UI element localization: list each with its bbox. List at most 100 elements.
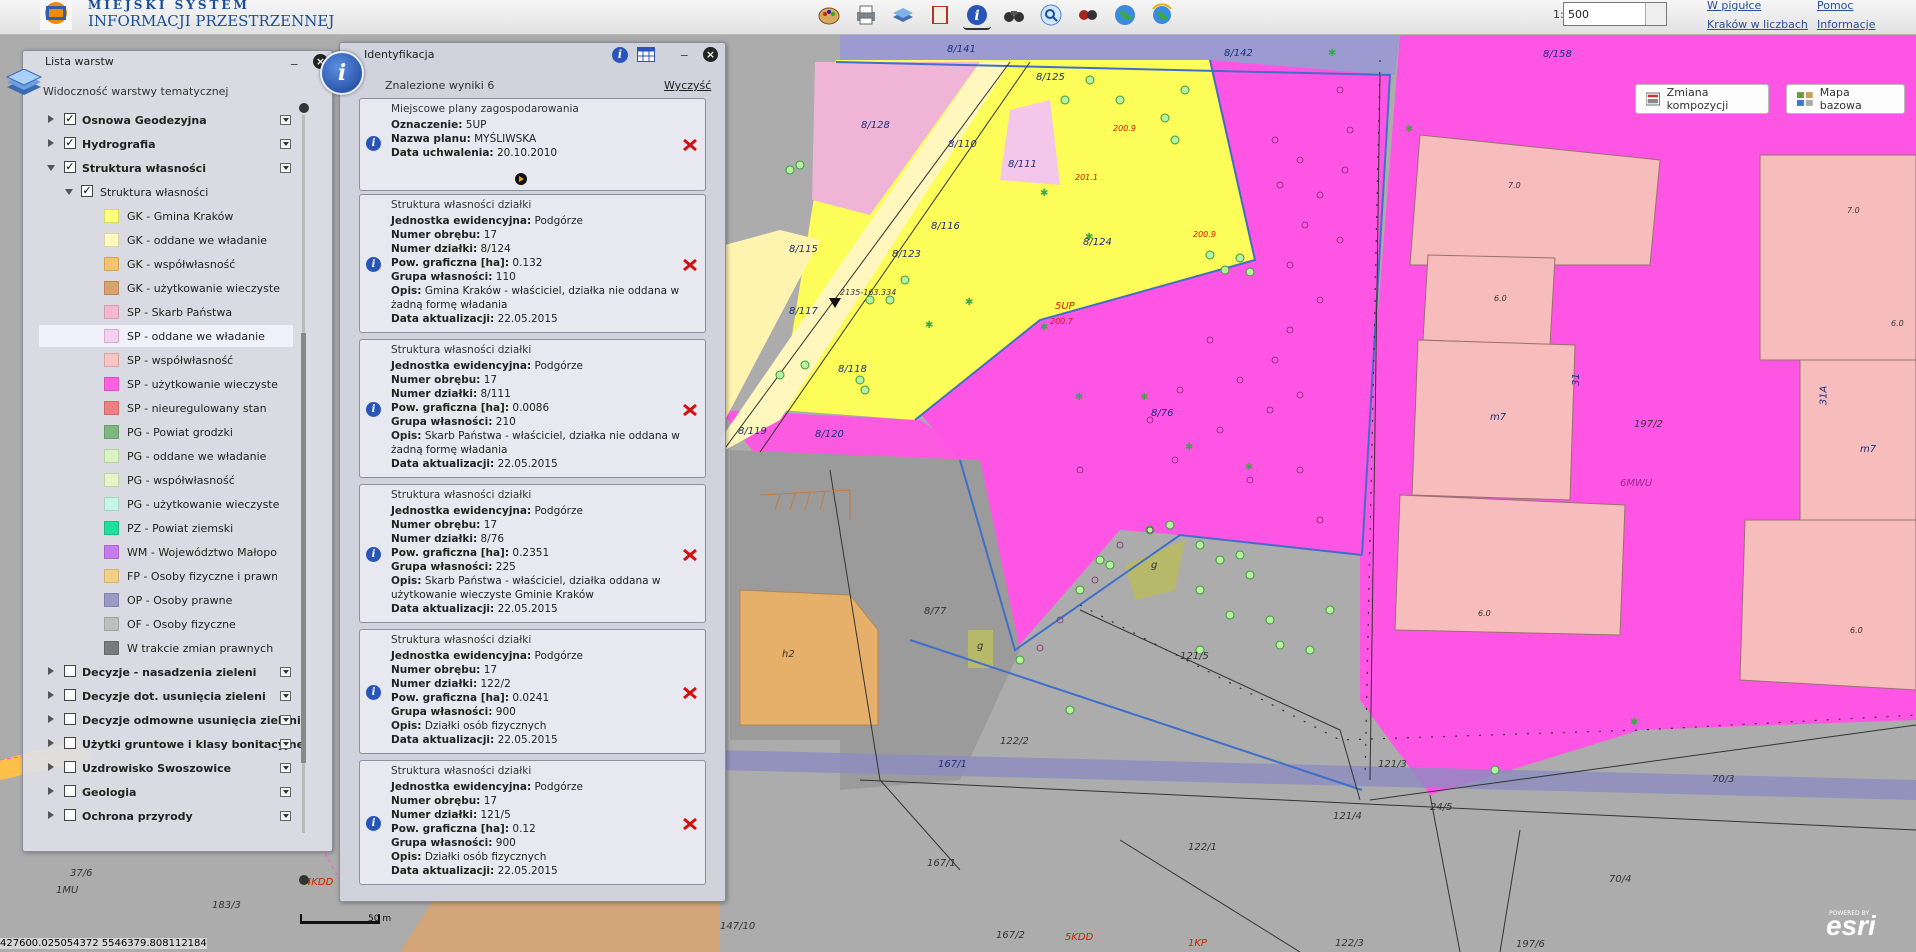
scrollbar-thumb[interactable] [301, 333, 306, 763]
legend-item: PG - użytkowanie wieczyste [23, 493, 293, 515]
expand-icon[interactable] [48, 139, 54, 147]
results-count: Znalezione wyniki 6 [385, 79, 495, 92]
measure-icon[interactable] [1074, 2, 1102, 28]
scale-select[interactable]: 500 [1563, 2, 1667, 26]
chevron-down-icon[interactable] [280, 811, 291, 821]
delete-icon[interactable] [682, 686, 698, 700]
legend-label: PG - oddane we władanie [127, 450, 267, 463]
chevron-down-icon[interactable] [280, 691, 291, 701]
expand-icon[interactable] [48, 115, 54, 123]
layer-checkbox[interactable] [64, 665, 76, 677]
layer-checkbox[interactable] [64, 713, 76, 725]
layer-group[interactable]: Decyzje odmowne usunięcia zieleni [23, 709, 301, 731]
expand-icon[interactable] [48, 787, 54, 795]
clear-results-link[interactable]: Wyczyść [664, 79, 711, 92]
legend-item: OP - Osoby prawne [23, 589, 293, 611]
layer-checkbox[interactable]: ✓ [64, 113, 76, 125]
layer-group-struktura[interactable]: ✓ Struktura własności [23, 157, 293, 179]
basemap-button[interactable]: Mapa bazowa [1786, 84, 1905, 114]
chevron-down-icon[interactable] [280, 739, 291, 749]
palette-icon[interactable] [815, 2, 843, 28]
print-icon[interactable] [852, 2, 880, 28]
globe-refresh-icon[interactable] [1148, 2, 1176, 28]
layer-group[interactable]: Ochrona przyrody [23, 805, 293, 827]
scroll-down-icon[interactable] [299, 875, 309, 885]
city-logo-icon[interactable] [40, 0, 72, 30]
delete-icon[interactable] [682, 403, 698, 417]
expand-icon[interactable] [48, 715, 54, 723]
book-icon[interactable] [926, 2, 954, 28]
delete-icon[interactable] [682, 138, 698, 152]
result-field: Jednostka ewidencyjna: Podgórze [391, 505, 583, 517]
chevron-down-icon[interactable] [280, 115, 291, 125]
next-page-icon[interactable] [515, 173, 527, 185]
layers-icon[interactable] [889, 2, 917, 28]
layer-group[interactable]: Geologia [23, 781, 293, 803]
result-field: Data aktualizacji: 22.05.2015 [391, 865, 558, 877]
delete-icon[interactable] [682, 548, 698, 562]
chevron-down-icon[interactable] [280, 163, 291, 173]
layer-checkbox[interactable]: ✓ [81, 185, 93, 197]
building-label: h2 [782, 649, 795, 660]
minimize-icon[interactable]: _ [291, 51, 298, 66]
chevron-down-icon[interactable] [1645, 3, 1666, 25]
layer-checkbox[interactable] [64, 761, 76, 773]
info-icon[interactable]: i [366, 257, 381, 272]
layer-checkbox[interactable] [64, 689, 76, 701]
legend-label: SP - Skarb Państwa [127, 306, 233, 319]
info-icon[interactable]: i [366, 685, 381, 700]
layer-group[interactable]: Uzdrowisko Swoszowice [23, 757, 293, 779]
layer-group[interactable]: Użytki gruntowe i klasy bonitacyjne [23, 733, 304, 755]
delete-icon[interactable] [682, 258, 698, 272]
layer-group[interactable]: Decyzje dot. usunięcia zieleni [23, 685, 293, 707]
link-pomoc[interactable]: Pomoc [1817, 0, 1853, 12]
layer-group[interactable]: Decyzje - nasadzenia zieleni [23, 661, 293, 683]
layer-checkbox[interactable] [64, 809, 76, 821]
info-icon[interactable]: i [366, 816, 381, 831]
parcel-label: 197/6 [1516, 939, 1545, 950]
composition-button[interactable]: Zmiana kompozycji [1635, 84, 1769, 114]
chevron-down-icon[interactable] [280, 763, 291, 773]
result-field: Grupa własności: 900 [391, 706, 516, 718]
info-icon[interactable]: i [612, 47, 628, 63]
layer-group-osnowa[interactable]: ✓ Osnowa Geodezyjna [23, 109, 293, 131]
chevron-down-icon[interactable] [280, 667, 291, 677]
collapse-icon[interactable] [47, 165, 55, 171]
expand-icon[interactable] [48, 811, 54, 819]
svg-text:✱: ✱ [925, 320, 933, 331]
identify-info-icon[interactable]: i [963, 2, 991, 30]
expand-icon[interactable] [48, 667, 54, 675]
layer-checkbox[interactable] [64, 785, 76, 797]
result-field: żadną formę władania [391, 444, 508, 456]
legend-swatch [104, 569, 119, 583]
collapse-icon[interactable] [65, 189, 73, 195]
sublayer-struktura[interactable]: ✓ Struktura własności [23, 181, 293, 203]
delete-icon[interactable] [682, 817, 698, 831]
link-w-pigulce[interactable]: W pigułce [1707, 0, 1761, 12]
chevron-down-icon[interactable] [280, 715, 291, 725]
globe-icon[interactable] [1111, 2, 1139, 28]
expand-icon[interactable] [48, 763, 54, 771]
layer-panel-scrollbar[interactable] [299, 103, 309, 885]
chevron-down-icon[interactable] [280, 787, 291, 797]
minimize-icon[interactable]: _ [681, 42, 688, 57]
binoculars-icon[interactable] [1000, 2, 1028, 28]
table-icon[interactable] [637, 47, 655, 62]
layer-checkbox[interactable]: ✓ [64, 161, 76, 173]
info-icon[interactable]: i [366, 547, 381, 562]
close-icon[interactable]: × [703, 47, 718, 62]
link-krakow-w-liczbach[interactable]: Kraków w liczbach [1707, 18, 1808, 31]
layer-checkbox[interactable]: ✓ [64, 137, 76, 149]
search-icon[interactable] [1037, 2, 1065, 28]
info-icon[interactable]: i [366, 136, 381, 151]
layer-group-hydrografia[interactable]: ✓ Hydrografia [23, 133, 293, 155]
scroll-up-icon[interactable] [299, 103, 309, 113]
info-icon[interactable]: i [366, 402, 381, 417]
legend-item: SP - nieuregulowany stan [23, 397, 293, 419]
chevron-down-icon[interactable] [280, 139, 291, 149]
expand-icon[interactable] [48, 691, 54, 699]
result-field: Opis: Gmina Kraków - właściciel, działka… [391, 285, 680, 297]
link-informacje[interactable]: Informacje [1817, 18, 1875, 31]
layer-checkbox[interactable] [64, 737, 76, 749]
expand-icon[interactable] [48, 739, 54, 747]
